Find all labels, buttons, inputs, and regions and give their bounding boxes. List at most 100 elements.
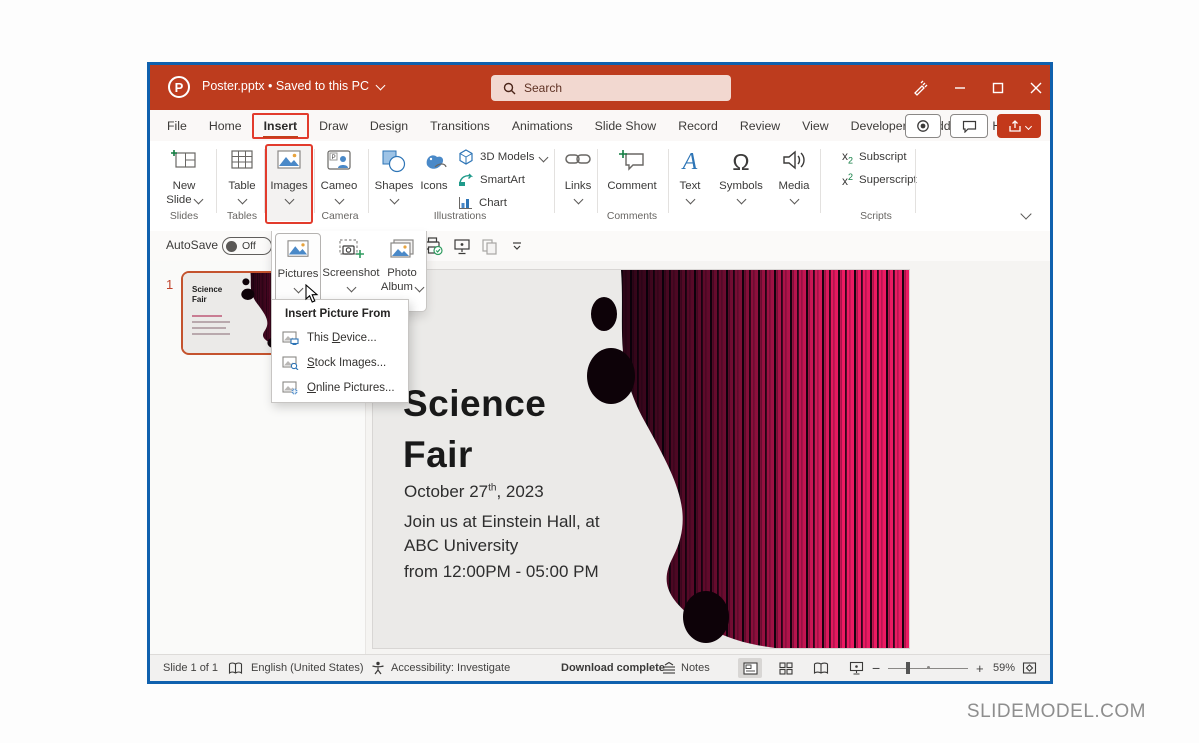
group-label-slides: Slides	[170, 211, 198, 222]
share-button[interactable]	[997, 114, 1041, 138]
maximize-button[interactable]	[992, 82, 1004, 94]
collapse-ribbon-button[interactable]	[1022, 205, 1030, 223]
tab-review[interactable]: Review	[729, 110, 791, 141]
powerpoint-logo-icon: P	[168, 76, 190, 98]
start-slideshow-button[interactable]	[451, 236, 473, 256]
language-status[interactable]: English (United States)	[251, 655, 364, 681]
tab-transitions[interactable]: Transitions	[419, 110, 501, 141]
tab-record[interactable]: Record	[667, 110, 729, 141]
copy-icon	[480, 237, 498, 255]
subscript-button[interactable]: x2 Subscript	[842, 147, 907, 167]
3d-models-icon	[458, 149, 474, 165]
photo-album-button[interactable]: Photo Album	[380, 233, 424, 307]
cameo-button[interactable]: P Cameo	[315, 145, 363, 221]
qat-overflow-button[interactable]	[506, 236, 528, 256]
text-box-button[interactable]: A Text	[672, 145, 708, 221]
document-title[interactable]: Poster.pptx • Saved to this PC	[202, 79, 384, 93]
chevron-down-icon	[284, 195, 294, 205]
superscript-icon: x2	[842, 172, 853, 188]
laser-pen-icon[interactable]	[912, 80, 928, 96]
reading-view-button[interactable]	[809, 658, 833, 678]
tab-animations[interactable]: Animations	[501, 110, 584, 141]
comments-button[interactable]	[950, 114, 988, 138]
chevron-down-icon	[736, 195, 746, 205]
tab-design[interactable]: Design	[359, 110, 419, 141]
slide-canvas[interactable]: Science Fair October 27th, 2023 Join us …	[372, 269, 910, 649]
autosave-toggle[interactable]: Off	[222, 237, 272, 255]
table-button[interactable]: Table	[220, 145, 264, 221]
record-icon	[916, 119, 930, 133]
watermark: SLIDEMODEL.COM	[967, 701, 1146, 723]
thumbnail-text-line	[192, 315, 222, 317]
icons-button[interactable]: Icons	[415, 145, 453, 221]
slide-date-text[interactable]: October 27th, 2023	[404, 482, 544, 502]
slideshow-view-button[interactable]	[844, 658, 868, 678]
chevron-down-icon	[334, 195, 344, 205]
chart-button[interactable]: Chart	[458, 193, 507, 213]
media-button[interactable]: Media	[772, 145, 816, 221]
tab-insert[interactable]: Insert	[253, 110, 309, 141]
links-button[interactable]: Links	[557, 145, 599, 221]
overflow-chevron-icon	[511, 241, 523, 251]
menu-item-this-device[interactable]: This Device...	[282, 327, 402, 349]
subscript-icon: x2	[842, 149, 853, 165]
slide-location-text[interactable]: Join us at Einstein Hall, at ABC Univers…	[404, 510, 600, 558]
svg-text:P: P	[332, 155, 336, 161]
new-slide-button[interactable]: New Slide	[158, 145, 210, 221]
3d-models-button[interactable]: 3D Models	[458, 147, 547, 167]
images-button[interactable]: Images	[267, 145, 311, 221]
zoom-in-button[interactable]: +	[976, 655, 984, 681]
fit-to-window-button[interactable]	[1022, 655, 1037, 681]
symbols-button[interactable]: Ω Symbols	[716, 145, 766, 221]
chevron-down-icon	[237, 195, 247, 205]
minimize-button[interactable]	[954, 82, 966, 94]
normal-view-button[interactable]	[738, 658, 762, 678]
slide-count[interactable]: Slide 1 of 1	[163, 655, 218, 681]
shapes-button[interactable]: Shapes	[372, 145, 416, 221]
thumbnail-text-line	[192, 321, 230, 323]
accessibility-status[interactable]: Accessibility: Investigate	[391, 655, 510, 681]
chevron-down-icon	[375, 81, 385, 91]
speaker-icon	[772, 145, 816, 179]
notes-button[interactable]: Notes	[662, 655, 710, 681]
powerpoint-window: P Poster.pptx • Saved to this PC Search …	[147, 62, 1053, 684]
tab-file[interactable]: File	[156, 110, 198, 141]
tab-draw[interactable]: Draw	[308, 110, 359, 141]
tab-slide-show[interactable]: Slide Show	[584, 110, 668, 141]
share-icon	[1008, 120, 1022, 133]
menu-item-online-pictures[interactable]: Online Pictures...	[282, 377, 402, 399]
thumbnail-text-line	[192, 327, 226, 329]
copy-button[interactable]	[478, 236, 500, 256]
autosave-label: AutoSave	[166, 238, 218, 252]
slide-title[interactable]: Science Fair	[403, 378, 546, 480]
slide-time-text[interactable]: from 12:00PM - 05:00 PM	[404, 562, 599, 582]
screenshot-button[interactable]: Screenshot	[322, 233, 380, 307]
doc-name: Poster.pptx	[202, 79, 265, 93]
chevron-down-icon	[539, 152, 549, 162]
cameo-icon: P	[315, 145, 363, 179]
search-input[interactable]: Search	[491, 75, 731, 101]
chevron-down-icon	[573, 195, 583, 205]
spell-check-icon[interactable]	[228, 655, 243, 681]
zoom-level[interactable]: 59%	[993, 655, 1015, 681]
group-label-scripts: Scripts	[860, 211, 892, 222]
superscript-button[interactable]: x2 Superscript	[842, 170, 917, 190]
images-icon	[267, 145, 311, 179]
stock-images-icon	[282, 356, 299, 370]
tab-home[interactable]: Home	[198, 110, 253, 141]
notes-icon	[662, 662, 676, 674]
autosave-state: Off	[242, 240, 256, 252]
present-display-icon	[453, 237, 471, 255]
tab-view[interactable]: View	[791, 110, 839, 141]
group-label-tables: Tables	[227, 211, 257, 222]
smartart-button[interactable]: SmartArt	[458, 170, 525, 190]
close-button[interactable]	[1030, 82, 1042, 94]
menu-item-stock-images[interactable]: Stock Images...	[282, 352, 402, 374]
slide-sorter-view-button[interactable]	[774, 658, 798, 678]
new-comment-button[interactable]: Comment	[600, 145, 664, 221]
icons-bird-icon	[415, 145, 453, 179]
record-button[interactable]	[905, 114, 941, 138]
comment-bubble-icon	[962, 120, 977, 133]
zoom-out-button[interactable]: −	[872, 655, 880, 681]
zoom-slider-thumb[interactable]	[906, 662, 910, 674]
